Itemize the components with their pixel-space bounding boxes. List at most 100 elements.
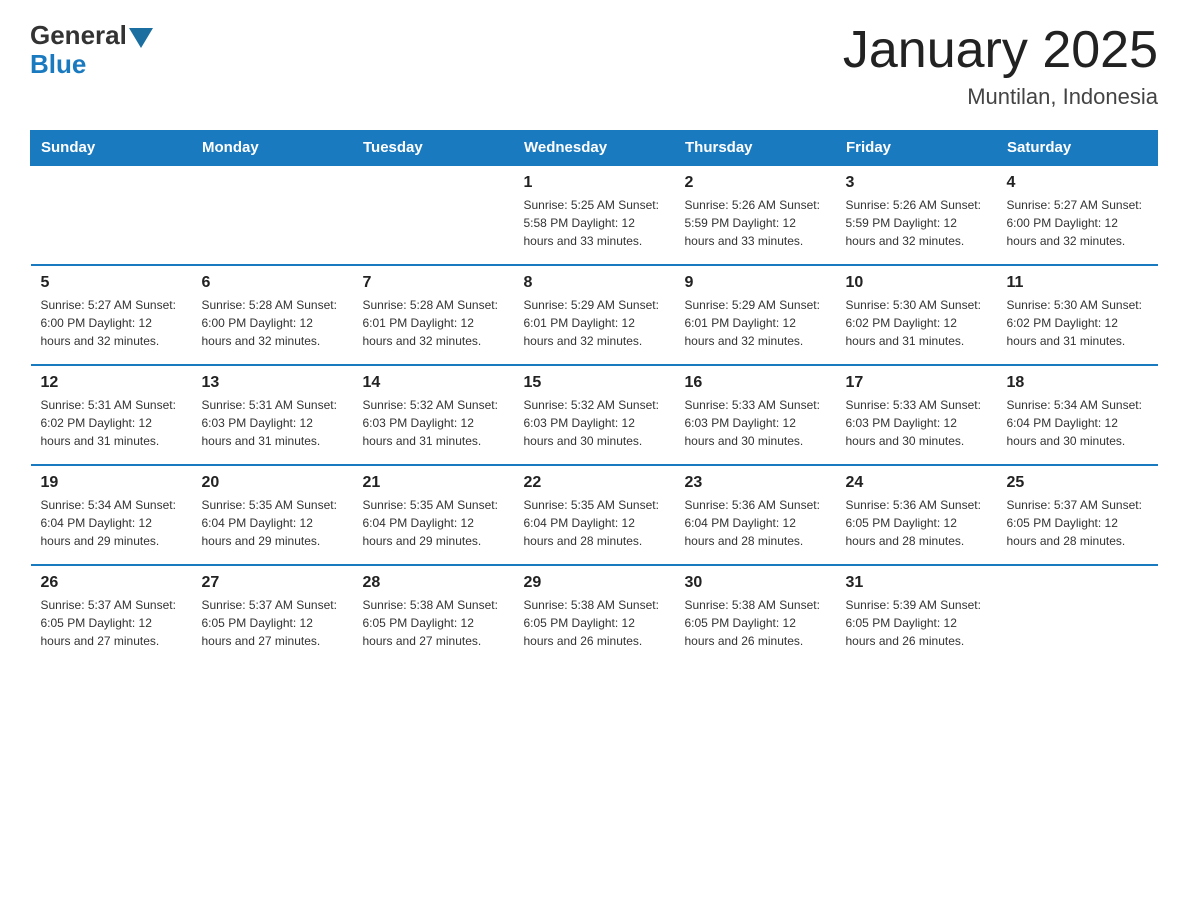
day-number: 28 bbox=[363, 574, 504, 592]
day-header-tuesday: Tuesday bbox=[353, 131, 514, 166]
day-info: Sunrise: 5:29 AM Sunset: 6:01 PM Dayligh… bbox=[685, 296, 826, 350]
calendar-cell: 14 Sunrise: 5:32 AM Sunset: 6:03 PM Dayli… bbox=[353, 365, 514, 465]
calendar-week-row: 26 Sunrise: 5:37 AM Sunset: 6:05 PM Dayli… bbox=[31, 565, 1158, 665]
calendar-cell: 19 Sunrise: 5:34 AM Sunset: 6:04 PM Dayli… bbox=[31, 465, 192, 565]
day-number: 27 bbox=[202, 574, 343, 592]
day-number: 15 bbox=[524, 374, 665, 392]
day-header-saturday: Saturday bbox=[997, 131, 1158, 166]
calendar-cell: 12 Sunrise: 5:31 AM Sunset: 6:02 PM Dayli… bbox=[31, 365, 192, 465]
calendar-cell: 10Sunrise: 5:30 AM Sunset: 6:02 PM Dayli… bbox=[836, 265, 997, 365]
day-number: 6 bbox=[202, 274, 343, 292]
day-number: 19 bbox=[41, 474, 182, 492]
day-number: 26 bbox=[41, 574, 182, 592]
day-info: Sunrise: 5:31 AM Sunset: 6:03 PM Dayligh… bbox=[202, 396, 343, 450]
day-info: Sunrise: 5:31 AM Sunset: 6:02 PM Dayligh… bbox=[41, 396, 182, 450]
day-number: 3 bbox=[846, 174, 987, 192]
calendar-cell bbox=[31, 165, 192, 265]
day-info: Sunrise: 5:37 AM Sunset: 6:05 PM Dayligh… bbox=[41, 596, 182, 650]
calendar-cell: 21 Sunrise: 5:35 AM Sunset: 6:04 PM Dayli… bbox=[353, 465, 514, 565]
day-number: 5 bbox=[41, 274, 182, 292]
calendar-cell: 27 Sunrise: 5:37 AM Sunset: 6:05 PM Dayli… bbox=[192, 565, 353, 665]
day-header-wednesday: Wednesday bbox=[514, 131, 675, 166]
day-info: Sunrise: 5:34 AM Sunset: 6:04 PM Dayligh… bbox=[41, 496, 182, 550]
calendar-cell: 13 Sunrise: 5:31 AM Sunset: 6:03 PM Dayli… bbox=[192, 365, 353, 465]
day-number: 2 bbox=[685, 174, 826, 192]
day-number: 16 bbox=[685, 374, 826, 392]
calendar-cell: 31Sunrise: 5:39 AM Sunset: 6:05 PM Dayli… bbox=[836, 565, 997, 665]
calendar-cell: 9 Sunrise: 5:29 AM Sunset: 6:01 PM Daylig… bbox=[675, 265, 836, 365]
calendar-week-row: 12 Sunrise: 5:31 AM Sunset: 6:02 PM Dayli… bbox=[31, 365, 1158, 465]
calendar-cell: 6 Sunrise: 5:28 AM Sunset: 6:00 PM Daylig… bbox=[192, 265, 353, 365]
calendar-cell: 30 Sunrise: 5:38 AM Sunset: 6:05 PM Dayli… bbox=[675, 565, 836, 665]
day-number: 4 bbox=[1007, 174, 1148, 192]
day-number: 7 bbox=[363, 274, 504, 292]
day-header-thursday: Thursday bbox=[675, 131, 836, 166]
calendar-cell bbox=[192, 165, 353, 265]
title-block: January 2025 Muntilan, Indonesia bbox=[843, 20, 1158, 110]
day-info: Sunrise: 5:28 AM Sunset: 6:00 PM Dayligh… bbox=[202, 296, 343, 350]
calendar-cell: 8 Sunrise: 5:29 AM Sunset: 6:01 PM Daylig… bbox=[514, 265, 675, 365]
day-number: 14 bbox=[363, 374, 504, 392]
calendar-cell: 25 Sunrise: 5:37 AM Sunset: 6:05 PM Dayli… bbox=[997, 465, 1158, 565]
day-info: Sunrise: 5:33 AM Sunset: 6:03 PM Dayligh… bbox=[846, 396, 987, 450]
day-info: Sunrise: 5:32 AM Sunset: 6:03 PM Dayligh… bbox=[363, 396, 504, 450]
calendar-cell: 7 Sunrise: 5:28 AM Sunset: 6:01 PM Daylig… bbox=[353, 265, 514, 365]
day-info: Sunrise: 5:26 AM Sunset: 5:59 PM Dayligh… bbox=[685, 196, 826, 250]
day-number: 8 bbox=[524, 274, 665, 292]
day-info: Sunrise: 5:36 AM Sunset: 6:05 PM Dayligh… bbox=[846, 496, 987, 550]
calendar-cell: 1 Sunrise: 5:25 AM Sunset: 5:58 PM Daylig… bbox=[514, 165, 675, 265]
day-info: Sunrise: 5:36 AM Sunset: 6:04 PM Dayligh… bbox=[685, 496, 826, 550]
day-info: Sunrise: 5:25 AM Sunset: 5:58 PM Dayligh… bbox=[524, 196, 665, 250]
calendar-cell: 20 Sunrise: 5:35 AM Sunset: 6:04 PM Dayli… bbox=[192, 465, 353, 565]
calendar-cell: 18Sunrise: 5:34 AM Sunset: 6:04 PM Dayli… bbox=[997, 365, 1158, 465]
day-number: 12 bbox=[41, 374, 182, 392]
day-info: Sunrise: 5:37 AM Sunset: 6:05 PM Dayligh… bbox=[202, 596, 343, 650]
day-info: Sunrise: 5:28 AM Sunset: 6:01 PM Dayligh… bbox=[363, 296, 504, 350]
calendar-cell: 17 Sunrise: 5:33 AM Sunset: 6:03 PM Dayli… bbox=[836, 365, 997, 465]
day-number: 9 bbox=[685, 274, 826, 292]
day-info: Sunrise: 5:33 AM Sunset: 6:03 PM Dayligh… bbox=[685, 396, 826, 450]
calendar-cell: 3 Sunrise: 5:26 AM Sunset: 5:59 PM Daylig… bbox=[836, 165, 997, 265]
day-header-sunday: Sunday bbox=[31, 131, 192, 166]
day-number: 20 bbox=[202, 474, 343, 492]
day-info: Sunrise: 5:29 AM Sunset: 6:01 PM Dayligh… bbox=[524, 296, 665, 350]
calendar-week-row: 19 Sunrise: 5:34 AM Sunset: 6:04 PM Dayli… bbox=[31, 465, 1158, 565]
day-number: 17 bbox=[846, 374, 987, 392]
logo-triangle-icon bbox=[129, 28, 153, 48]
calendar-cell: 5Sunrise: 5:27 AM Sunset: 6:00 PM Daylig… bbox=[31, 265, 192, 365]
day-number: 1 bbox=[524, 174, 665, 192]
day-number: 30 bbox=[685, 574, 826, 592]
calendar-cell: 15Sunrise: 5:32 AM Sunset: 6:03 PM Dayli… bbox=[514, 365, 675, 465]
calendar-cell: 2 Sunrise: 5:26 AM Sunset: 5:59 PM Daylig… bbox=[675, 165, 836, 265]
calendar-cell: 28Sunrise: 5:38 AM Sunset: 6:05 PM Dayli… bbox=[353, 565, 514, 665]
day-header-friday: Friday bbox=[836, 131, 997, 166]
calendar-subtitle: Muntilan, Indonesia bbox=[843, 84, 1158, 110]
calendar-week-row: 5Sunrise: 5:27 AM Sunset: 6:00 PM Daylig… bbox=[31, 265, 1158, 365]
day-info: Sunrise: 5:37 AM Sunset: 6:05 PM Dayligh… bbox=[1007, 496, 1148, 550]
calendar-cell: 22 Sunrise: 5:35 AM Sunset: 6:04 PM Dayli… bbox=[514, 465, 675, 565]
day-info: Sunrise: 5:35 AM Sunset: 6:04 PM Dayligh… bbox=[524, 496, 665, 550]
day-info: Sunrise: 5:26 AM Sunset: 5:59 PM Dayligh… bbox=[846, 196, 987, 250]
calendar-cell bbox=[353, 165, 514, 265]
day-info: Sunrise: 5:35 AM Sunset: 6:04 PM Dayligh… bbox=[363, 496, 504, 550]
calendar-cell: 11 Sunrise: 5:30 AM Sunset: 6:02 PM Dayli… bbox=[997, 265, 1158, 365]
day-info: Sunrise: 5:35 AM Sunset: 6:04 PM Dayligh… bbox=[202, 496, 343, 550]
day-info: Sunrise: 5:27 AM Sunset: 6:00 PM Dayligh… bbox=[1007, 196, 1148, 250]
calendar-cell bbox=[997, 565, 1158, 665]
day-number: 21 bbox=[363, 474, 504, 492]
day-info: Sunrise: 5:30 AM Sunset: 6:02 PM Dayligh… bbox=[1007, 296, 1148, 350]
day-number: 25 bbox=[1007, 474, 1148, 492]
day-header-monday: Monday bbox=[192, 131, 353, 166]
day-number: 13 bbox=[202, 374, 343, 392]
calendar-cell: 24Sunrise: 5:36 AM Sunset: 6:05 PM Dayli… bbox=[836, 465, 997, 565]
day-info: Sunrise: 5:38 AM Sunset: 6:05 PM Dayligh… bbox=[685, 596, 826, 650]
day-number: 29 bbox=[524, 574, 665, 592]
day-info: Sunrise: 5:34 AM Sunset: 6:04 PM Dayligh… bbox=[1007, 396, 1148, 450]
calendar-cell: 29Sunrise: 5:38 AM Sunset: 6:05 PM Dayli… bbox=[514, 565, 675, 665]
calendar-cell: 4 Sunrise: 5:27 AM Sunset: 6:00 PM Daylig… bbox=[997, 165, 1158, 265]
day-info: Sunrise: 5:30 AM Sunset: 6:02 PM Dayligh… bbox=[846, 296, 987, 350]
calendar-week-row: 1 Sunrise: 5:25 AM Sunset: 5:58 PM Daylig… bbox=[31, 165, 1158, 265]
day-number: 11 bbox=[1007, 274, 1148, 292]
day-number: 22 bbox=[524, 474, 665, 492]
calendar-title: January 2025 bbox=[843, 20, 1158, 80]
